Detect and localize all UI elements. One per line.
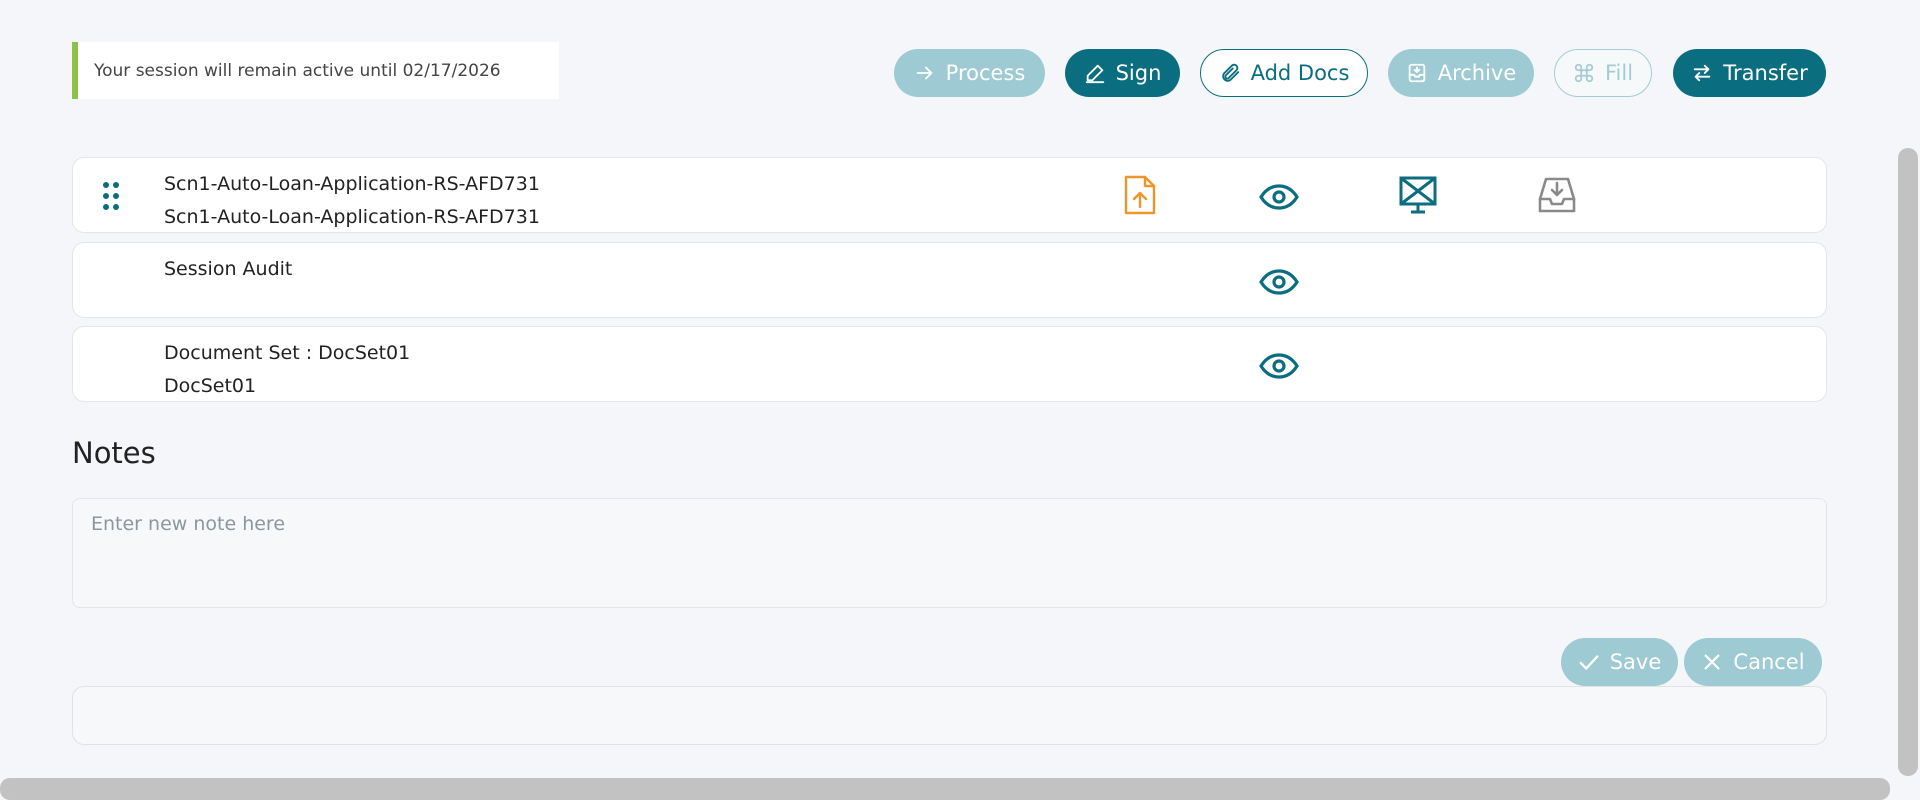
note-input[interactable] — [72, 498, 1827, 608]
vertical-scrollbar[interactable] — [1898, 148, 1918, 776]
notes-list — [72, 686, 1827, 745]
page: Your session will remain active until 02… — [0, 0, 1920, 800]
archive-button[interactable]: Archive — [1388, 49, 1534, 97]
add-docs-label: Add Docs — [1250, 61, 1350, 85]
save-button[interactable]: Save — [1561, 638, 1678, 686]
drag-handle-icon[interactable] — [101, 180, 121, 212]
eye-icon[interactable] — [1259, 176, 1299, 218]
check-icon — [1579, 655, 1599, 670]
fill-button[interactable]: Fill — [1554, 49, 1652, 97]
eye-icon[interactable] — [1259, 345, 1299, 387]
sign-button[interactable]: Sign — [1065, 49, 1180, 97]
document-text: Document Set : DocSet01 DocSet01 — [164, 337, 410, 403]
document-subtitle: DocSet01 — [164, 375, 257, 397]
document-row[interactable]: Scn1-Auto-Loan-Application-RS-AFD731 Scn… — [72, 157, 1827, 233]
cancel-button[interactable]: Cancel — [1684, 638, 1822, 686]
archive-label: Archive — [1437, 61, 1517, 85]
process-button[interactable]: Process — [894, 49, 1045, 97]
command-icon — [1574, 63, 1594, 83]
inbox-download-icon[interactable] — [1537, 174, 1577, 216]
save-label: Save — [1609, 650, 1662, 674]
document-row[interactable]: Session Audit — [72, 242, 1827, 318]
close-icon — [1704, 654, 1720, 670]
toolbar: Process Sign Add Docs Archive Fill Trans… — [0, 49, 1920, 97]
add-docs-button[interactable]: Add Docs — [1200, 49, 1368, 97]
monitor-icon[interactable] — [1398, 174, 1438, 216]
arrow-right-icon — [916, 66, 932, 80]
notes-title: Notes — [72, 436, 156, 470]
document-row[interactable]: Document Set : DocSet01 DocSet01 — [72, 326, 1827, 402]
document-title: Document Set : DocSet01 — [164, 342, 411, 364]
archive-icon — [1408, 63, 1425, 83]
cancel-label: Cancel — [1733, 650, 1805, 674]
eye-icon[interactable] — [1259, 261, 1299, 303]
transfer-arrows-icon — [1694, 64, 1711, 82]
pen-icon — [1085, 64, 1104, 84]
upload-file-icon[interactable] — [1120, 174, 1160, 216]
sign-label: Sign — [1115, 61, 1162, 85]
transfer-label: Transfer — [1723, 61, 1808, 85]
document-text: Session Audit — [164, 253, 292, 286]
horizontal-scrollbar[interactable] — [0, 778, 1890, 800]
process-label: Process — [945, 61, 1026, 85]
document-title: Scn1-Auto-Loan-Application-RS-AFD731 — [164, 173, 540, 195]
document-subtitle: Scn1-Auto-Loan-Application-RS-AFD731 — [164, 206, 540, 228]
transfer-button[interactable]: Transfer — [1673, 49, 1826, 97]
document-text: Scn1-Auto-Loan-Application-RS-AFD731 Scn… — [164, 168, 540, 234]
paperclip-icon — [1221, 63, 1239, 82]
document-title: Session Audit — [164, 258, 293, 280]
fill-label: Fill — [1604, 61, 1634, 85]
